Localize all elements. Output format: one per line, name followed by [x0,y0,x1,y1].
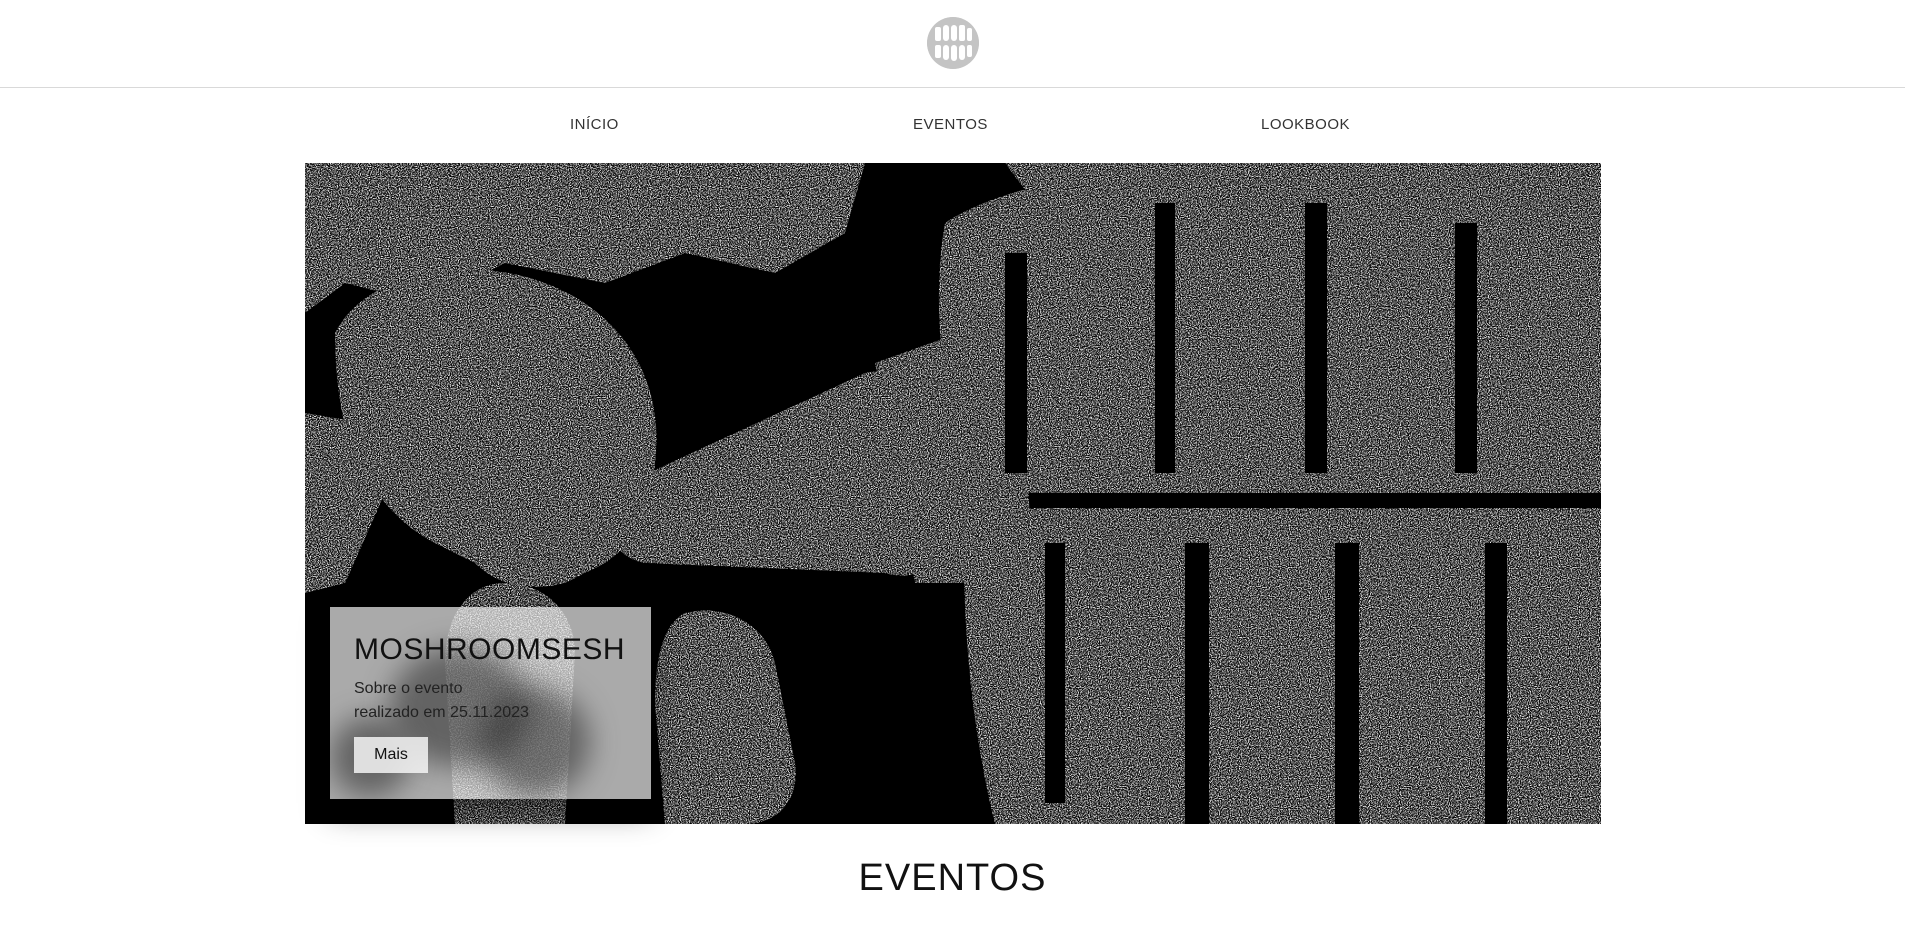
main-navigation: INÍCIO EVENTOS LOOKBOOK [0,88,1905,162]
event-card: MOSHROOMSESH Sobre o evento realizado em… [330,607,651,799]
nav-item-eventos[interactable]: EVENTOS [913,116,988,133]
more-button[interactable]: Mais [354,737,428,773]
nav-item-lookbook[interactable]: LOOKBOOK [1261,116,1350,133]
event-date: realizado em 25.11.2023 [354,704,529,721]
mosh-room-logo[interactable] [927,17,979,69]
events-section-title: EVENTOS [858,857,1047,899]
top-header [0,0,1905,88]
nav-item-inicio[interactable]: INÍCIO [570,116,619,133]
event-description: Sobre o evento [354,680,463,697]
event-title: MOSHROOMSESH [354,633,626,666]
logo-graphic [927,17,979,69]
